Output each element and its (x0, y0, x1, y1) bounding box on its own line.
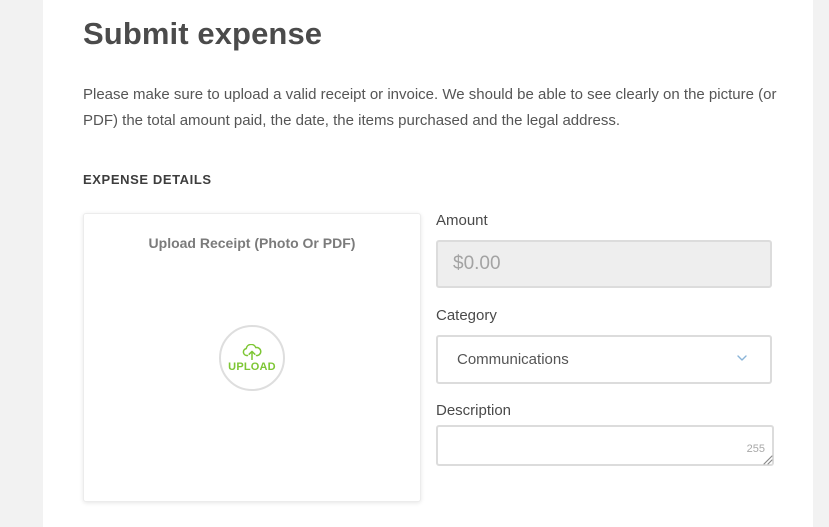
resize-handle-icon[interactable] (761, 453, 773, 465)
cloud-upload-icon (242, 343, 262, 360)
upload-button-label: UPLOAD (228, 360, 276, 373)
amount-input[interactable] (436, 240, 772, 288)
description-field-wrapper: 255 (436, 425, 774, 466)
category-select[interactable]: Communications (436, 335, 772, 384)
expense-form-card: Submit expense Please make sure to uploa… (43, 0, 813, 527)
page-title: Submit expense (83, 16, 323, 51)
chevron-down-icon (737, 355, 747, 361)
section-title-expense-details: EXPENSE DETAILS (83, 172, 212, 187)
category-label: Category (436, 307, 497, 324)
upload-button[interactable]: UPLOAD (219, 325, 285, 391)
upload-receipt-label: Upload Receipt (Photo Or PDF) (148, 235, 356, 251)
description-textarea[interactable] (438, 427, 772, 464)
intro-text: Please make sure to upload a valid recei… (83, 86, 777, 129)
description-label: Description (436, 402, 512, 419)
amount-label: Amount (436, 212, 488, 229)
category-selected-value: Communications (457, 351, 569, 368)
receipt-upload-dropzone[interactable]: Upload Receipt (Photo Or PDF) UPLOAD (83, 213, 421, 502)
